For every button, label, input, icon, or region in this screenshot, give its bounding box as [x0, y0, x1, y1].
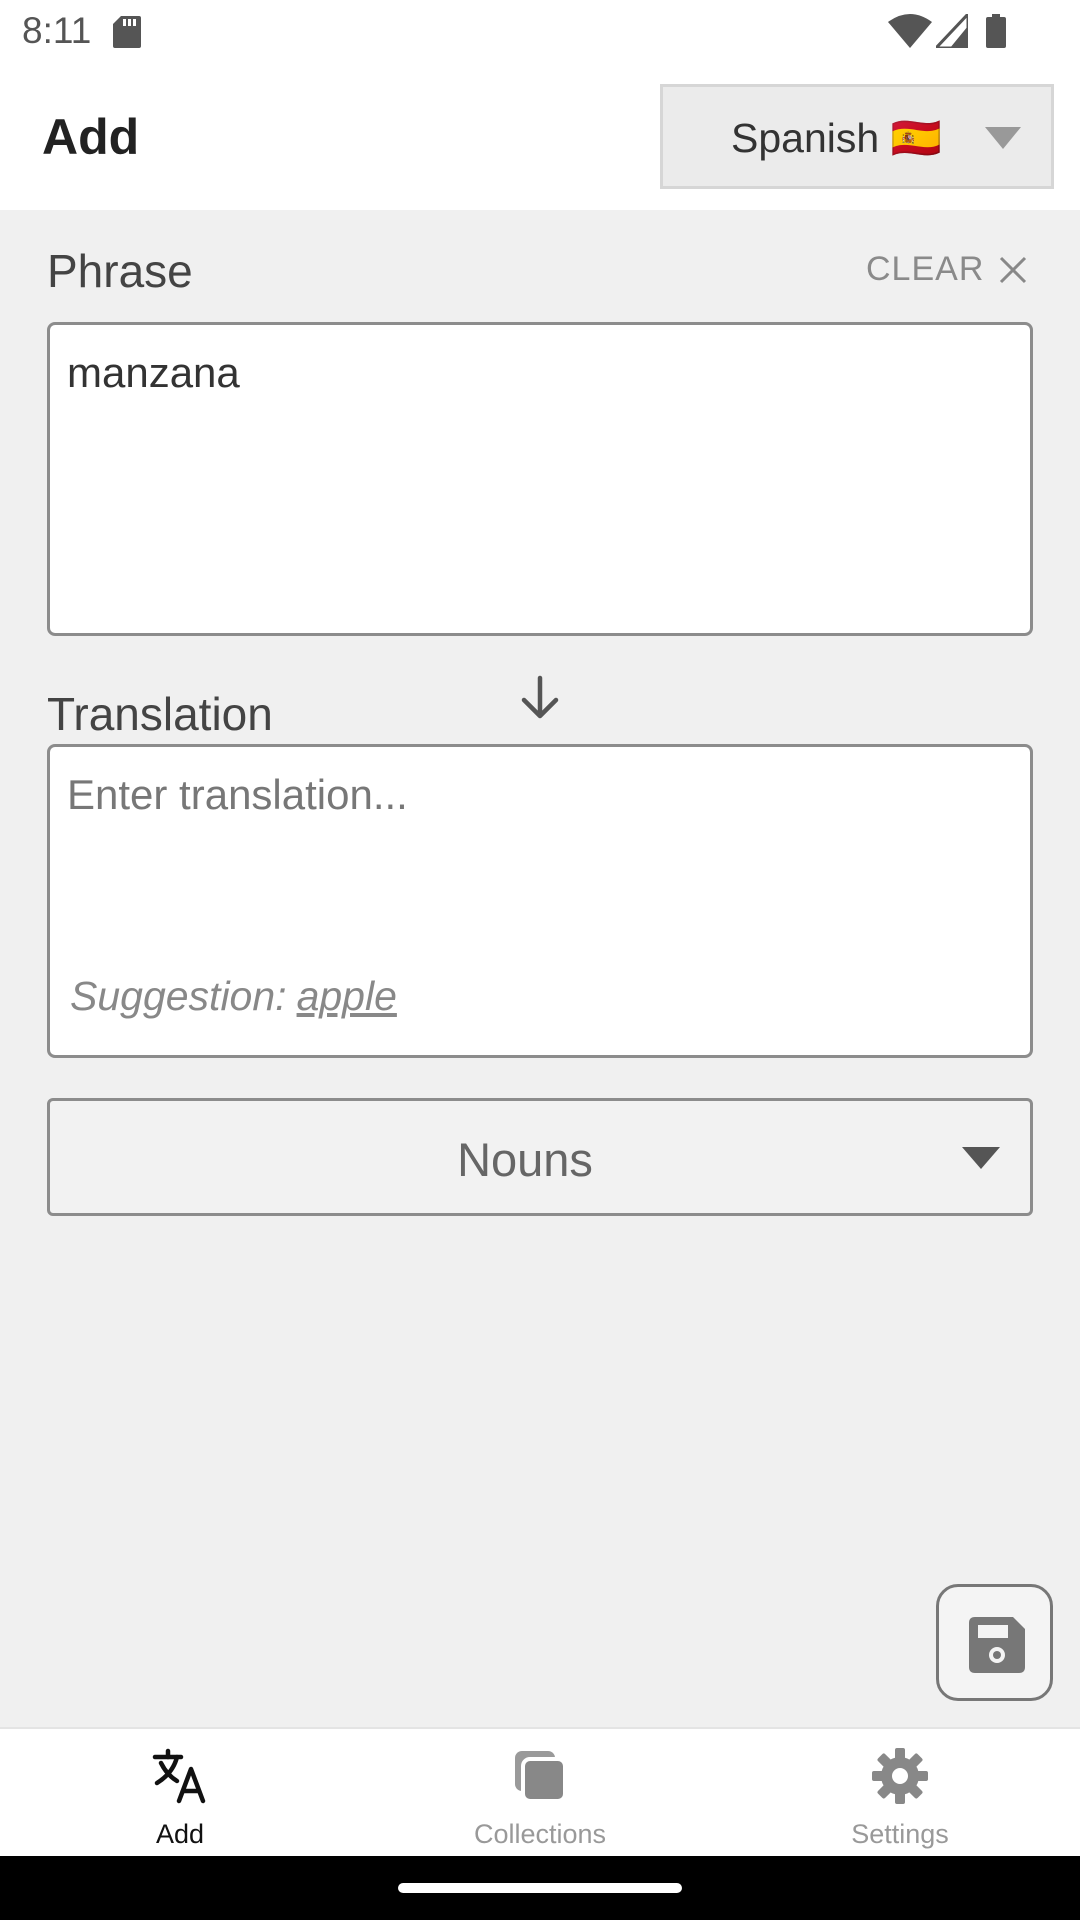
app-bar: Add Spanish 🇪🇸	[0, 64, 1080, 210]
nav-label-add: Add	[155, 1819, 205, 1849]
signal-icon	[936, 14, 968, 48]
nav-item-add[interactable]: Add	[0, 1729, 360, 1858]
suggestion-link[interactable]: apple	[297, 973, 397, 1019]
phrase-input-value: manzana	[67, 349, 240, 396]
suggestion-prefix: Suggestion:	[70, 973, 287, 1019]
translation-label: Translation	[47, 688, 273, 740]
language-select-value: Spanish 🇪🇸	[731, 115, 942, 161]
phrase-input[interactable]: manzana	[47, 322, 1033, 636]
collections-icon	[515, 1751, 567, 1803]
nav-label-collections: Collections	[473, 1819, 607, 1849]
translate-icon	[152, 1748, 206, 1804]
clear-button-label: CLEAR	[866, 250, 985, 288]
category-select-value: Nouns	[457, 1133, 593, 1186]
nav-label-settings: Settings	[851, 1819, 949, 1849]
wifi-icon	[888, 14, 932, 48]
gesture-bar	[0, 1856, 1080, 1920]
sd-card-icon	[113, 16, 141, 48]
dropdown-arrow-icon	[985, 127, 1021, 149]
save-button[interactable]	[936, 1584, 1053, 1701]
translation-placeholder: Enter translation...	[67, 771, 408, 818]
nav-item-collections[interactable]: Collections	[360, 1729, 720, 1858]
bottom-nav: Add Collections Settings	[0, 1727, 1080, 1856]
language-select[interactable]: Spanish 🇪🇸	[660, 84, 1054, 189]
clear-button[interactable]: CLEAR	[866, 250, 1028, 289]
dropdown-arrow-icon	[962, 1147, 1000, 1169]
page-title: Add	[42, 109, 140, 165]
save-icon	[969, 1617, 1025, 1673]
arrow-down-icon	[521, 675, 559, 719]
category-select[interactable]: Nouns	[47, 1098, 1033, 1216]
gear-icon	[872, 1748, 928, 1804]
status-time: 8:11	[22, 10, 92, 51]
battery-icon	[986, 14, 1006, 48]
status-bar: 8:11	[0, 0, 1080, 64]
suggestion: Suggestion: apple	[70, 973, 397, 1020]
close-icon	[1000, 256, 1027, 283]
phrase-label: Phrase	[47, 245, 193, 297]
home-handle[interactable]	[398, 1883, 682, 1893]
translation-input[interactable]: Enter translation... Suggestion: apple	[47, 744, 1033, 1058]
nav-item-settings[interactable]: Settings	[720, 1729, 1080, 1858]
